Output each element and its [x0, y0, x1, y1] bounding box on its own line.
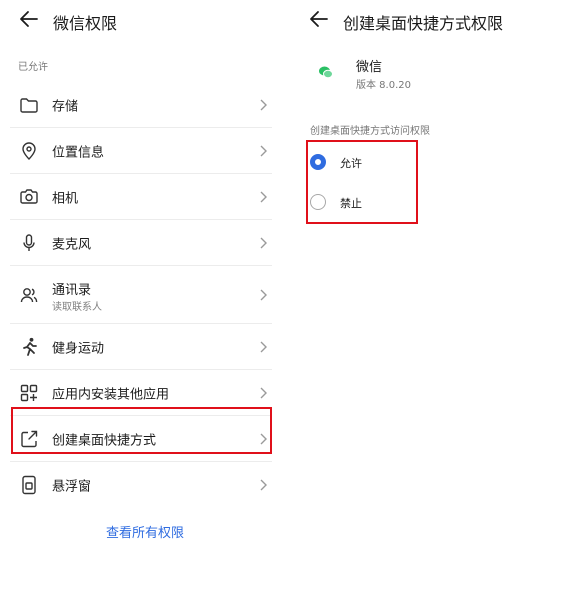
permission-item-fitness[interactable]: 健身运动	[10, 324, 272, 370]
chevron-right-icon	[260, 289, 267, 300]
permission-item-label: 存储	[52, 99, 79, 114]
permission-item-sublabel: 读取联系人	[52, 302, 102, 313]
permission-item-floating-window[interactable]: 悬浮窗	[10, 462, 272, 507]
permission-item-location[interactable]: 位置信息	[10, 128, 272, 174]
permission-item-contacts[interactable]: 通讯录 读取联系人	[10, 266, 272, 324]
running-icon	[23, 337, 37, 356]
permission-item-label: 麦克风	[52, 237, 92, 252]
permission-item-label: 悬浮窗	[52, 479, 92, 494]
contacts-icon	[20, 287, 38, 302]
page-title: 微信权限	[53, 14, 118, 33]
floating-window-icon	[22, 475, 36, 494]
highlight-box-options	[306, 140, 418, 224]
permission-item-storage[interactable]: 存储	[10, 82, 272, 128]
folder-icon	[20, 97, 38, 113]
permission-item-label: 相机	[52, 191, 79, 206]
app-name: 微信	[356, 60, 383, 75]
permission-item-label: 应用内安装其他应用	[52, 387, 170, 402]
chevron-right-icon	[260, 479, 267, 490]
view-all-permissions-link[interactable]: 查看所有权限	[0, 522, 290, 541]
microphone-icon	[23, 233, 35, 251]
chevron-right-icon	[260, 145, 267, 156]
permission-item-label: 健身运动	[52, 341, 105, 356]
shortcut-permission-panel: 创建桌面快捷方式权限 微信 版本 8.0.20 创建桌面快捷方式访问权限 允许 …	[290, 0, 580, 600]
chevron-right-icon	[260, 387, 267, 398]
permission-item-label: 通讯录	[52, 283, 92, 298]
right-header: 创建桌面快捷方式权限	[290, 0, 580, 42]
camera-icon	[20, 188, 38, 204]
permission-section-label: 创建桌面快捷方式访问权限	[310, 126, 430, 137]
allowed-section-label: 已允许	[18, 62, 48, 73]
left-header: 微信权限	[0, 0, 290, 42]
location-pin-icon	[22, 141, 36, 160]
app-version: 版本 8.0.20	[356, 80, 411, 91]
back-arrow-icon[interactable]	[308, 8, 330, 30]
page-title: 创建桌面快捷方式权限	[343, 14, 504, 33]
chevron-right-icon	[260, 99, 267, 110]
wechat-app-icon	[319, 66, 333, 79]
chevron-right-icon	[260, 191, 267, 202]
chevron-right-icon	[260, 237, 267, 248]
apps-grid-icon	[20, 384, 38, 401]
permission-item-microphone[interactable]: 麦克风	[10, 220, 272, 266]
chevron-right-icon	[260, 341, 267, 352]
permission-item-camera[interactable]: 相机	[10, 174, 272, 220]
back-arrow-icon[interactable]	[18, 8, 40, 30]
permission-item-label: 位置信息	[52, 145, 105, 160]
highlight-box-shortcut-item	[11, 407, 272, 454]
wechat-permissions-panel: 微信权限 已允许 存储 位置信息 相机 麦克风 通讯录 读取联系人 健身运动 应…	[0, 0, 290, 600]
